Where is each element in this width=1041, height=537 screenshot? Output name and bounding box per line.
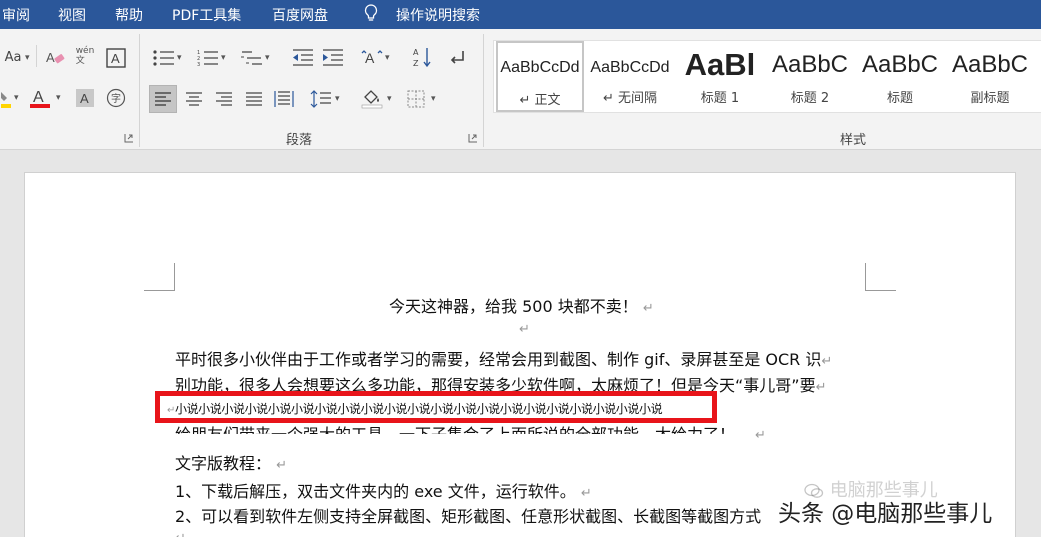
ribbon: Aa ▾ A wén 文 A ▾ A ▾ A 字 ▾ 1 2 3 ▾ ▾ A ▾… <box>0 29 1041 150</box>
shading-button[interactable] <box>360 86 384 110</box>
chevron-down-icon: ▾ <box>14 93 19 103</box>
decrease-indent-button[interactable] <box>291 46 315 70</box>
chevron-down-icon: ▾ <box>265 53 270 63</box>
align-center-button[interactable] <box>182 87 206 111</box>
body-line: 1、下载后解压，双击文件夹内的 exe 文件，运行软件。 ↵ <box>175 482 592 501</box>
font-color-button[interactable]: A <box>28 86 52 110</box>
style-title[interactable]: AaBbC 标题 <box>858 41 942 112</box>
outdent-icon <box>293 49 313 66</box>
tell-me-search[interactable]: 操作说明搜索 <box>396 5 480 25</box>
body-line: 2、可以看到软件左侧支持全屏截图、矩形截图、任意形状截图、长截图等截图方式 <box>175 507 762 526</box>
chevron-down-icon: ▾ <box>56 93 61 103</box>
menu-help[interactable]: 帮助 <box>115 5 143 25</box>
sort-button[interactable]: AZ <box>411 45 435 69</box>
align-left-button[interactable] <box>149 85 177 113</box>
enclose-characters-button[interactable]: 字 <box>104 86 128 110</box>
empty-paragraph: ↵ <box>519 322 530 337</box>
style-normal[interactable]: AaBbCcDd ↵ 正文 <box>496 41 584 112</box>
sort-icon: AZ <box>413 48 431 68</box>
menu-view[interactable]: 视图 <box>58 5 86 25</box>
char-border-icon: A <box>106 48 126 68</box>
multilevel-list-icon <box>241 51 262 65</box>
numbered-list-icon: 123 <box>197 50 218 67</box>
svg-text:A: A <box>365 50 375 66</box>
svg-text:A: A <box>33 89 44 106</box>
line-end-mark: ↵ <box>755 428 766 443</box>
menu-review[interactable]: 审阅 <box>2 5 30 25</box>
chevron-down-icon: ▾ <box>177 53 182 63</box>
bullets-button[interactable] <box>152 46 176 70</box>
char-shading-icon: A <box>76 89 94 107</box>
align-left-icon <box>155 92 171 106</box>
line-spacing-button[interactable] <box>309 87 333 111</box>
styles-group-label: 样式 <box>840 133 867 148</box>
align-center-icon <box>186 92 202 106</box>
chevron-down-icon: ▾ <box>335 94 340 104</box>
crop-mark <box>865 263 896 291</box>
paint-bucket-icon <box>361 90 383 109</box>
svg-text:3: 3 <box>197 62 200 67</box>
svg-text:Z: Z <box>413 59 419 68</box>
font-color-icon: A <box>30 89 50 108</box>
style-subtitle[interactable]: AaBbC 副标题 <box>948 41 1032 112</box>
bullet-list-icon <box>153 50 174 66</box>
paragraph-mark-icon <box>450 51 464 64</box>
chevron-down-icon: ▾ <box>221 53 226 63</box>
lightbulb-icon <box>364 4 378 21</box>
increase-indent-button[interactable] <box>321 46 345 70</box>
menu-pdf-tools[interactable]: PDF工具集 <box>172 5 241 25</box>
indent-icon <box>323 49 343 66</box>
svg-text:A: A <box>413 48 419 57</box>
character-border-button[interactable]: A <box>104 46 128 70</box>
phonetic-guide-button[interactable]: wén 文 <box>73 44 97 68</box>
svg-text:A: A <box>46 50 55 65</box>
change-case-button[interactable]: Aa <box>0 45 26 69</box>
paragraph-group-label: 段落 <box>286 133 313 148</box>
document-title: 今天这神器，给我 500 块都不卖！ ↵ <box>389 297 654 316</box>
highlight-box: ↵小说小说小说小说小说小说小说小说小说小说小说小说小说小说小说小说小说小说小说小… <box>155 391 717 423</box>
multilevel-list-button[interactable] <box>240 46 264 70</box>
chevron-down-icon: ▾ <box>385 53 390 63</box>
asian-layout-icon: A <box>361 50 383 66</box>
svg-text:A: A <box>111 51 120 66</box>
justify-button[interactable] <box>242 87 266 111</box>
chevron-down-icon: ▾ <box>25 53 30 63</box>
chevron-down-icon: ▾ <box>387 94 392 104</box>
style-heading-1[interactable]: AaBl 标题 1 <box>678 41 762 112</box>
enclosed-char-icon: 字 <box>106 88 126 108</box>
borders-button[interactable] <box>404 87 428 111</box>
chevron-down-icon: ▾ <box>431 94 436 104</box>
font-dialog-launcher-icon[interactable] <box>124 133 134 143</box>
clear-formatting-button[interactable]: A <box>44 46 68 70</box>
style-heading-2[interactable]: AaBbC 标题 2 <box>768 41 852 112</box>
crop-mark <box>144 263 175 291</box>
menu-baidu-netdisk[interactable]: 百度网盘 <box>272 5 328 25</box>
paragraph-dialog-launcher-icon[interactable] <box>468 133 478 143</box>
svg-text:A: A <box>80 91 89 106</box>
body-line: 文字版教程： ↵ <box>175 454 288 473</box>
overlay-text: ↵小说小说小说小说小说小说小说小说小说小说小说小说小说小说小说小说小说小说小说小… <box>167 402 663 416</box>
menu-bar: 审阅 视图 帮助 PDF工具集 百度网盘 操作说明搜索 <box>0 0 1041 29</box>
distributed-icon <box>274 91 294 107</box>
toutiao-watermark: 头条 @电脑那些事儿 <box>778 501 993 527</box>
distributed-button[interactable] <box>272 87 296 111</box>
numbering-button[interactable]: 123 <box>196 46 220 70</box>
line-spacing-icon <box>310 90 331 108</box>
style-no-spacing[interactable]: AaBbCcDd ↵ 无间隔 <box>586 41 674 112</box>
highlighter-icon <box>1 92 11 108</box>
character-shading-button[interactable]: A <box>73 86 97 110</box>
align-right-button[interactable] <box>212 87 236 111</box>
asian-layout-button[interactable]: A <box>360 46 384 70</box>
styles-gallery: AaBbCcDd ↵ 正文 AaBbCcDd ↵ 无间隔 AaBl 标题 1 A… <box>493 40 1041 113</box>
word-window: 审阅 视图 帮助 PDF工具集 百度网盘 操作说明搜索 Aa ▾ A wén 文… <box>0 0 1041 537</box>
show-hide-marks-button[interactable] <box>446 46 470 70</box>
align-right-icon <box>216 92 232 106</box>
body-line: 平时很多小伙伴由于工作或者学习的需要，经常会用到截图、制作 gif、录屏甚至是 … <box>175 350 833 369</box>
borders-icon <box>407 90 425 108</box>
empty-paragraph: ↵ <box>175 527 186 537</box>
justify-icon <box>246 92 262 106</box>
eraser-icon: A <box>46 50 65 65</box>
svg-text:字: 字 <box>111 92 121 105</box>
highlight-color-button[interactable] <box>0 86 12 110</box>
